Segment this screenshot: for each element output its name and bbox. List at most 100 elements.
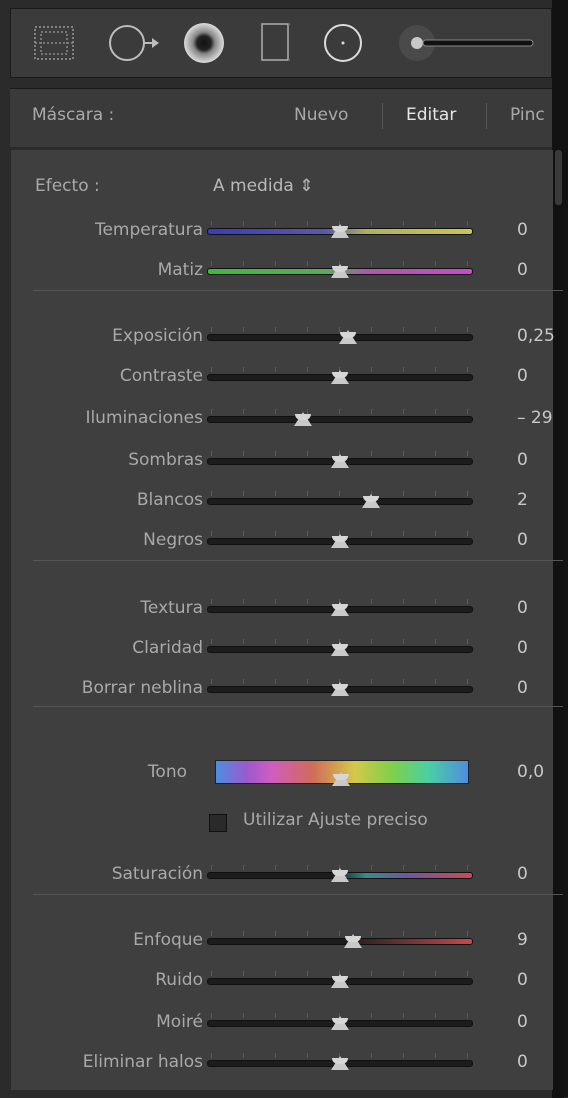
slider-tick <box>243 931 244 936</box>
slider-thumb[interactable] <box>331 1016 349 1030</box>
slider-tick <box>435 367 436 372</box>
slider-blancos: Blancos 2 <box>11 484 553 518</box>
slider-thumb[interactable] <box>294 412 313 426</box>
slider-tick <box>243 531 244 536</box>
slider-track[interactable] <box>207 416 473 423</box>
tab-edit[interactable]: Editar <box>406 105 456 125</box>
slider-value[interactable]: 0 <box>517 530 528 550</box>
slider-tick <box>371 865 372 870</box>
slider-tick <box>403 221 404 226</box>
slider-label: Moiré <box>156 1012 203 1032</box>
radial-filter-icon[interactable] <box>179 9 229 77</box>
slider-value[interactable]: 0 <box>517 970 528 990</box>
effect-preset-select[interactable]: A medida ⇕ <box>213 176 313 196</box>
slider-tick <box>307 599 308 604</box>
slider-tick <box>403 1053 404 1058</box>
slider-tick <box>435 639 436 644</box>
slider-tick <box>275 261 276 266</box>
slider-tick <box>435 327 436 332</box>
slider-thumb[interactable] <box>331 602 349 616</box>
slider-value[interactable]: 0 <box>517 450 528 470</box>
slider-thumb[interactable] <box>331 974 349 988</box>
slider-tick <box>435 221 436 226</box>
section-divider <box>33 706 563 707</box>
slider-tick <box>371 261 372 266</box>
spot-removal-icon[interactable] <box>107 9 163 77</box>
slider-label: Iluminaciones <box>85 408 203 428</box>
slider-tick <box>243 491 244 496</box>
brush-size-slider-icon[interactable] <box>391 9 541 77</box>
slider-thumb[interactable] <box>331 682 349 696</box>
slider-thumb[interactable] <box>331 454 349 468</box>
slider-tick <box>275 451 276 456</box>
crop-icon[interactable] <box>251 9 301 77</box>
slider-value[interactable]: 0 <box>517 366 528 386</box>
slider-value[interactable]: 0,25 <box>517 326 555 346</box>
slider-tick <box>275 679 276 684</box>
slider-tick <box>211 971 212 976</box>
slider-value[interactable]: 0 <box>517 678 528 698</box>
slider-tick <box>307 491 308 496</box>
slider-value[interactable]: 0 <box>517 220 528 240</box>
slider-moire: Moiré 0 <box>11 1006 553 1040</box>
slider-contraste: Contraste 0 <box>11 360 553 394</box>
slider-tick <box>243 971 244 976</box>
slider-tick <box>339 491 340 496</box>
slider-tick <box>307 971 308 976</box>
slider-track[interactable] <box>207 498 473 505</box>
slider-tick <box>307 221 308 226</box>
slider-label: Tono <box>147 762 187 782</box>
slider-value[interactable]: 0 <box>517 638 528 658</box>
tab-brush[interactable]: Pinc <box>510 105 545 125</box>
fine-adjust-label[interactable]: Utilizar Ajuste preciso <box>243 810 428 830</box>
slider-tick <box>243 865 244 870</box>
slider-tick <box>371 327 372 332</box>
slider-tick <box>275 327 276 332</box>
slider-tick <box>307 639 308 644</box>
slider-tick <box>275 221 276 226</box>
slider-tono: Tono 0,0 <box>11 756 553 790</box>
slider-tick <box>403 491 404 496</box>
slider-tick <box>307 1053 308 1058</box>
slider-value[interactable]: 0 <box>517 598 528 618</box>
scrollbar-thumb[interactable] <box>555 150 562 205</box>
slider-value[interactable]: 0,0 <box>517 762 544 782</box>
graduated-filter-icon[interactable] <box>29 9 79 77</box>
slider-tick <box>403 409 404 414</box>
slider-enfoque: Enfoque 9 <box>11 924 553 958</box>
slider-tick <box>211 367 212 372</box>
slider-tick <box>403 599 404 604</box>
slider-thumb[interactable] <box>332 772 350 786</box>
section-divider <box>33 560 563 561</box>
slider-thumb[interactable] <box>331 370 349 384</box>
slider-tick <box>467 931 468 936</box>
tab-new[interactable]: Nuevo <box>294 105 348 125</box>
slider-tick <box>211 1053 212 1058</box>
slider-value[interactable]: 9 <box>517 930 528 950</box>
slider-track[interactable] <box>207 938 473 945</box>
slider-value[interactable]: 2 <box>517 490 528 510</box>
slider-tick <box>467 451 468 456</box>
slider-tick <box>435 261 436 266</box>
slider-thumb[interactable] <box>331 1056 349 1070</box>
fine-adjust-checkbox[interactable] <box>209 814 227 832</box>
slider-tick <box>211 451 212 456</box>
slider-thumb[interactable] <box>331 642 349 656</box>
adjustment-circle-icon[interactable] <box>317 9 369 77</box>
slider-tick <box>435 1053 436 1058</box>
slider-thumb[interactable] <box>331 224 349 238</box>
slider-value[interactable]: – 29 <box>517 408 553 428</box>
slider-value[interactable]: 0 <box>517 260 528 280</box>
slider-thumb[interactable] <box>338 330 357 344</box>
slider-value[interactable]: 0 <box>517 864 528 884</box>
slider-thumb[interactable] <box>331 534 349 548</box>
slider-tick <box>403 367 404 372</box>
slider-value[interactable]: 0 <box>517 1052 528 1072</box>
slider-tick <box>371 599 372 604</box>
slider-thumb[interactable] <box>331 264 349 278</box>
slider-thumb[interactable] <box>344 934 363 948</box>
slider-thumb[interactable] <box>331 868 349 882</box>
slider-tick <box>275 865 276 870</box>
slider-thumb[interactable] <box>362 494 381 508</box>
slider-value[interactable]: 0 <box>517 1012 528 1032</box>
